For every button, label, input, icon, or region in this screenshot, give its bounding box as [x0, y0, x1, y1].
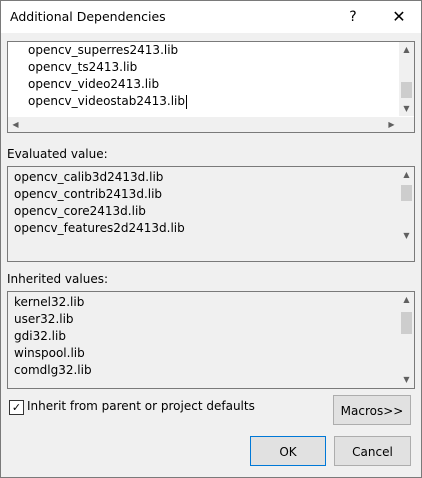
scroll-thumb[interactable] [401, 82, 412, 98]
inherited-line: winspool.lib [14, 346, 85, 360]
dialog-window: Additional Dependencies ? ✕ opencv_super… [0, 0, 422, 478]
scroll-down-icon[interactable]: ▼ [399, 372, 414, 387]
inherited-line: comdlg32.lib [14, 363, 92, 377]
editor-line-active: opencv_videostab2413.lib [28, 93, 187, 110]
evaluated-value-box: opencv_calib3d2413d.lib opencv_contrib24… [7, 166, 415, 262]
inherited-vertical-scrollbar[interactable]: ▲ ▼ [399, 292, 414, 388]
scroll-down-icon[interactable]: ▼ [399, 228, 414, 243]
scroll-thumb[interactable] [401, 185, 412, 201]
inherit-checkbox-label[interactable]: Inherit from parent or project defaults [27, 399, 255, 413]
title-bar: Additional Dependencies ? ✕ [1, 1, 421, 33]
inherited-values-box: kernel32.lib user32.lib gdi32.lib winspo… [7, 291, 415, 389]
scroll-right-icon[interactable]: ▶ [384, 117, 399, 132]
inherited-line: kernel32.lib [14, 295, 85, 309]
scroll-up-icon[interactable]: ▲ [399, 167, 414, 182]
evaluated-vertical-scrollbar[interactable]: ▲ ▼ [399, 167, 414, 261]
scroll-down-icon[interactable]: ▼ [399, 101, 414, 116]
inherited-line: user32.lib [14, 312, 74, 326]
editor-horizontal-scrollbar[interactable]: ◀ ▶ [8, 117, 399, 132]
macros-button[interactable]: Macros>> [333, 395, 411, 425]
editor-line: opencv_video2413.lib [28, 77, 160, 91]
editor-line-text: opencv_videostab2413.lib [28, 94, 185, 108]
scroll-up-icon[interactable]: ▲ [399, 42, 414, 57]
evaluated-line: opencv_calib3d2413d.lib [14, 170, 164, 184]
close-button[interactable]: ✕ [377, 1, 421, 33]
scroll-up-icon[interactable]: ▲ [399, 292, 414, 307]
dependencies-editor[interactable]: opencv_superres2413.lib opencv_ts2413.li… [7, 41, 415, 133]
text-caret [186, 94, 187, 109]
editor-vertical-scrollbar[interactable]: ▲ ▼ [399, 42, 414, 116]
evaluated-line: opencv_features2d2413d.lib [14, 221, 185, 235]
scroll-thumb[interactable] [401, 312, 412, 334]
evaluated-label: Evaluated value: [7, 147, 108, 161]
editor-line: opencv_superres2413.lib [28, 43, 179, 57]
inherited-line: gdi32.lib [14, 329, 66, 343]
cancel-button[interactable]: Cancel [334, 436, 411, 466]
editor-line: opencv_ts2413.lib [28, 60, 138, 74]
inherited-label: Inherited values: [7, 272, 108, 286]
help-button[interactable]: ? [331, 1, 375, 33]
evaluated-line: opencv_core2413d.lib [14, 204, 146, 218]
ok-button[interactable]: OK [250, 436, 326, 466]
scroll-left-icon[interactable]: ◀ [8, 117, 23, 132]
evaluated-line: opencv_contrib2413d.lib [14, 187, 163, 201]
dialog-title: Additional Dependencies [10, 9, 166, 24]
scroll-corner [399, 117, 414, 132]
inherit-checkbox[interactable]: ✓ [9, 400, 24, 415]
